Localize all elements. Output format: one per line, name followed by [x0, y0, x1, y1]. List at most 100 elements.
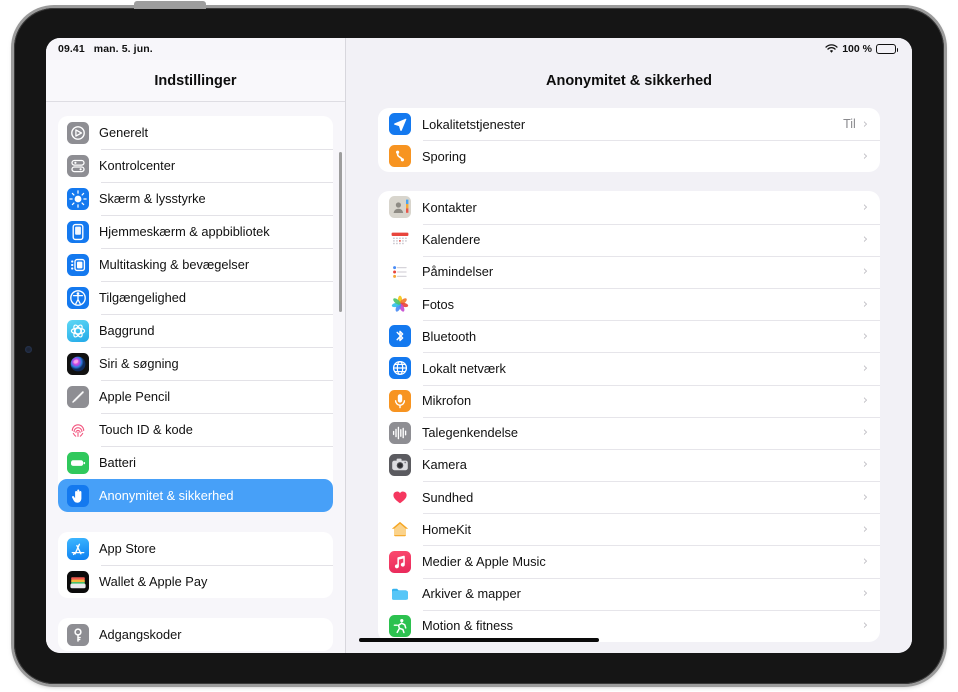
sidebar-scroll-area[interactable]: Generelt Kontrolcenter Skærm & lysstyrke Hj…	[46, 102, 345, 653]
chevron-right-icon: ›	[862, 554, 868, 570]
privacy-row-label: Fotos	[422, 296, 455, 312]
files-folder-icon	[389, 582, 411, 605]
privacy-hand-icon	[67, 484, 89, 507]
privacy-row-label: Sundhed	[422, 489, 474, 505]
wallet-icon	[67, 570, 89, 593]
privacy-row-bluetooth[interactable]: Bluetooth ›	[378, 320, 880, 352]
privacy-row-homekit[interactable]: HomeKit ›	[378, 513, 880, 545]
privacy-row-lokalitetstjenester[interactable]: Lokalitetstjenester Til ›	[378, 108, 880, 140]
privacy-row-påmindelser[interactable]: Påmindelser ›	[378, 255, 880, 288]
privacy-row-kamera[interactable]: Kamera ›	[378, 448, 880, 481]
tracking-icon	[389, 145, 411, 168]
brightness-icon	[67, 187, 89, 210]
privacy-row-label: Mikrofon	[422, 393, 472, 409]
privacy-row-label: Sporing	[422, 148, 467, 164]
sidebar-item-kontrolcenter[interactable]: Kontrolcenter	[58, 149, 333, 182]
fitness-icon	[389, 614, 411, 637]
wifi-icon	[825, 44, 838, 53]
multitasking-icon	[67, 253, 89, 276]
wallpaper-icon	[67, 319, 89, 342]
sidebar-item-label: Baggrund	[99, 323, 155, 338]
chevron-right-icon: ›	[862, 586, 868, 602]
status-bar-right: 100 %	[346, 38, 912, 60]
bluetooth-icon	[389, 325, 411, 348]
privacy-row-label: Bluetooth	[422, 328, 477, 344]
detail-header: Anonymitet & sikkerhed	[346, 60, 912, 102]
privacy-row-kontakter[interactable]: Kontakter ›	[378, 191, 880, 223]
privacy-row-medier-apple-music[interactable]: Medier & Apple Music ›	[378, 545, 880, 577]
sidebar-item-label: Generelt	[99, 125, 149, 140]
sidebar-item-skærm-lysstyrke[interactable]: Skærm & lysstyrke	[58, 182, 333, 215]
chevron-right-icon: ›	[862, 425, 868, 441]
privacy-row-lokalt-netværk[interactable]: Lokalt netværk ›	[378, 352, 880, 384]
sidebar-item-label: Adgangskoder	[99, 627, 182, 642]
battery-full-icon	[876, 44, 899, 54]
sidebar-item-adgangskoder[interactable]: Adgangskoder	[58, 618, 333, 651]
speech-recognition-icon	[389, 421, 411, 444]
privacy-row-arkiver-mapper[interactable]: Arkiver & mapper ›	[378, 577, 880, 610]
sidebar-item-hjemmeskærm-appbibliotek[interactable]: Hjemmeskærm & appbibliotek	[58, 215, 333, 248]
passwords-key-icon	[67, 623, 89, 646]
chevron-right-icon: ›	[862, 264, 868, 280]
privacy-row-mikrofon[interactable]: Mikrofon ›	[378, 384, 880, 417]
sidebar-item-siri-søgning[interactable]: Siri & søgning	[58, 347, 333, 380]
sidebar-group: App Store Wallet & Apple Pay	[58, 532, 333, 598]
sidebar-group: Adgangskoder	[58, 618, 333, 651]
sidebar-item-anonymitet-sikkerhed[interactable]: Anonymitet & sikkerhed	[58, 479, 333, 512]
sidebar-item-batteri[interactable]: Batteri	[58, 446, 333, 479]
privacy-row-sundhed[interactable]: Sundhed ›	[378, 481, 880, 513]
sidebar-item-tilgængelighed[interactable]: Tilgængelighed	[58, 281, 333, 314]
chevron-right-icon: ›	[862, 296, 868, 312]
local-network-icon	[389, 357, 411, 380]
sidebar-item-label: Hjemmeskærm & appbibliotek	[99, 224, 270, 239]
sidebar-item-label: Anonymitet & sikkerhed	[99, 488, 234, 503]
sidebar-item-label: Apple Pencil	[99, 389, 171, 404]
control-center-icon	[67, 154, 89, 177]
status-date: man. 5. jun.	[93, 43, 153, 55]
sidebar-item-label: App Store	[99, 541, 156, 556]
ipad-screen: 09.41 man. 5. jun. Indstillinger Generel…	[46, 38, 912, 653]
privacy-row-talegenkendelse[interactable]: Talegenkendelse ›	[378, 416, 880, 449]
home-indicator[interactable]	[359, 638, 599, 642]
sidebar-item-app-store[interactable]: App Store	[58, 532, 333, 565]
sidebar-item-touch-id-kode[interactable]: Touch ID & kode	[58, 413, 333, 446]
privacy-row-label: Talegenkendelse	[422, 425, 519, 441]
touch-id-icon	[67, 418, 89, 441]
location-arrow-icon	[389, 113, 411, 136]
health-heart-icon	[389, 486, 411, 509]
chevron-right-icon: ›	[862, 489, 868, 505]
privacy-group: Kontakter › Kalendere › Påmindelser › Fotos › Bl…	[378, 191, 880, 642]
privacy-row-fotos[interactable]: Fotos ›	[378, 287, 880, 320]
page-title: Anonymitet & sikkerhed	[546, 73, 712, 89]
settings-sidebar: 09.41 man. 5. jun. Indstillinger Generel…	[46, 38, 346, 653]
privacy-group: Lokalitetstjenester Til › Sporing ›	[378, 108, 880, 173]
sidebar-item-label: Kontrolcenter	[99, 158, 176, 173]
contacts-icon	[389, 196, 411, 219]
detail-scroll-area[interactable]: Lokalitetstjenester Til › Sporing › Kontakter…	[346, 102, 912, 653]
sidebar-item-label: Touch ID & kode	[99, 422, 193, 437]
chevron-right-icon: ›	[862, 328, 868, 344]
sidebar-item-generelt[interactable]: Generelt	[58, 116, 333, 149]
privacy-row-sporing[interactable]: Sporing ›	[378, 140, 880, 172]
privacy-row-label: Motion & fitness	[422, 618, 514, 634]
apple-music-icon	[389, 550, 411, 573]
sidebar-item-apple-pencil[interactable]: Apple Pencil	[58, 380, 333, 413]
sidebar-header: Indstillinger	[46, 60, 345, 102]
privacy-detail-pane: 100 % Anonymitet & sikkerhed Lokalitetst…	[346, 38, 912, 653]
calendar-icon	[389, 228, 411, 251]
sidebar-item-multitasking-bevægelser[interactable]: Multitasking & bevægelser	[58, 248, 333, 281]
power-button[interactable]	[134, 1, 206, 9]
privacy-row-kalendere[interactable]: Kalendere ›	[378, 223, 880, 256]
reminders-icon	[389, 260, 411, 283]
siri-icon	[67, 352, 89, 375]
chevron-right-icon: ›	[862, 360, 868, 376]
chevron-right-icon: ›	[862, 199, 868, 215]
sidebar-item-label: Siri & søgning	[99, 356, 179, 371]
sidebar-scrollbar[interactable]	[339, 152, 342, 312]
sidebar-item-baggrund[interactable]: Baggrund	[58, 314, 333, 347]
chevron-right-icon: ›	[862, 116, 868, 132]
chevron-right-icon: ›	[862, 521, 868, 537]
accessibility-icon	[67, 286, 89, 309]
sidebar-item-wallet-apple-pay[interactable]: Wallet & Apple Pay	[58, 565, 333, 598]
privacy-row-label: Kalendere	[422, 232, 481, 248]
